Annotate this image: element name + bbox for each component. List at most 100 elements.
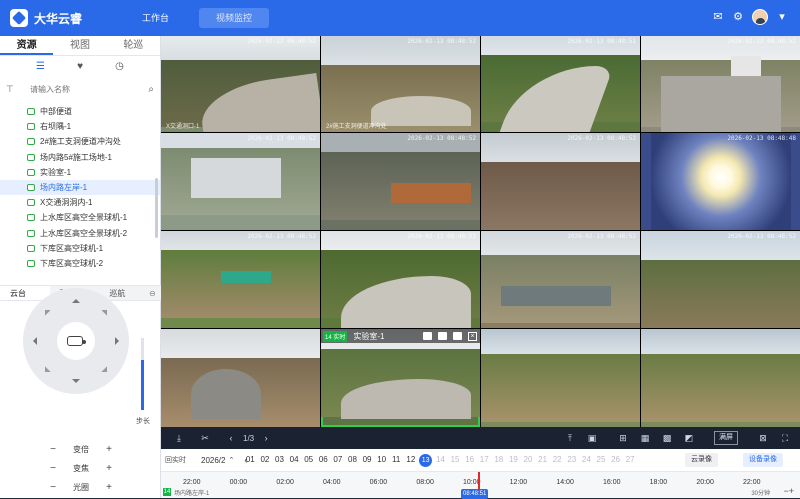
video-tile[interactable]: 2026-02-13 08:48:52 (161, 133, 320, 230)
day-current[interactable]: 13 (419, 453, 433, 467)
snapshot-icon[interactable] (423, 332, 432, 340)
record-icon[interactable] (438, 332, 447, 340)
day[interactable]: 23 (564, 453, 579, 467)
day[interactable]: 21 (535, 453, 550, 467)
tab-workbench[interactable]: 工作台 (128, 8, 183, 28)
mute-icon[interactable] (453, 332, 462, 340)
tab-ptz[interactable]: 云台 (0, 286, 50, 300)
day[interactable]: 26 (608, 453, 623, 467)
ptz-center[interactable] (57, 322, 95, 360)
filter-icon[interactable]: ⊤ (6, 84, 24, 95)
avatar[interactable] (752, 9, 768, 25)
zoom-timeline-control[interactable]: −+ (783, 486, 794, 496)
video-tile[interactable]: 2026-02-13 08:48:52 (321, 231, 480, 328)
video-tile[interactable]: 2026-02-13 08:48:48 (641, 133, 800, 230)
tree-item[interactable]: 2#施工支洞便道冲沟处 (0, 134, 160, 149)
fullscreen-icon[interactable]: ⛶ (779, 432, 791, 444)
chevron-down-icon[interactable]: ▾ (776, 11, 788, 23)
day[interactable]: 06 (316, 453, 331, 467)
next-page-icon[interactable]: › (260, 432, 272, 444)
tab-patrol[interactable]: 轮巡 (107, 36, 160, 55)
speed-slider[interactable] (141, 338, 144, 410)
arrow-down-icon[interactable] (72, 379, 80, 387)
video-tile[interactable]: 2026-02-13 08:48:52 (481, 231, 640, 328)
day[interactable]: 09 (360, 453, 375, 467)
focus-minus-button[interactable]: − (48, 463, 58, 474)
arrow-right-icon[interactable] (115, 337, 123, 345)
day[interactable]: 17 (477, 453, 492, 467)
tree-item[interactable]: 上水库区高空全景球机-1 (0, 210, 160, 225)
day[interactable]: 12 (404, 453, 419, 467)
arrow-up-left-icon[interactable] (39, 304, 51, 316)
day[interactable]: 02 (258, 453, 273, 467)
tree-item[interactable]: 场内路5#施工场地-1 (0, 150, 160, 165)
heart-icon[interactable]: ♥ (77, 61, 83, 72)
app-logo[interactable]: 大华云睿 (10, 9, 82, 27)
save-icon[interactable]: ▣ (586, 432, 598, 444)
day[interactable]: 19 (506, 453, 521, 467)
arrow-left-icon[interactable] (29, 337, 37, 345)
timeline-bar[interactable]: 22:00 00:00 02:00 04:00 06:00 08:00 10:00 12:00… (161, 471, 800, 499)
month-selector[interactable]: 2026/2 (201, 456, 225, 465)
close-all-icon[interactable]: ⊠ (757, 432, 769, 444)
video-tile[interactable]: 2026-02-13 08:48:52 (641, 36, 800, 132)
arrow-up-icon[interactable] (72, 295, 80, 303)
search-input[interactable] (24, 80, 149, 98)
fullscreen-mode-button[interactable]: 满屏 (714, 431, 738, 445)
video-tile[interactable]: 2026-02-13 08:48:51 (481, 36, 640, 132)
tree-item[interactable]: 上水库区高空全景球机-2 (0, 226, 160, 241)
tree-scrollbar[interactable] (155, 178, 158, 238)
day[interactable]: 25 (594, 453, 609, 467)
day[interactable]: 22 (550, 453, 565, 467)
day[interactable]: 14 (433, 453, 448, 467)
clock-icon[interactable]: ◷ (115, 61, 124, 72)
day[interactable]: 07 (331, 453, 346, 467)
video-tile[interactable]: 2026-02-13 08:48:52 (321, 133, 480, 230)
tree-item[interactable]: 实验室-1 (0, 165, 160, 180)
day[interactable]: 18 (492, 453, 507, 467)
tree-item-selected[interactable]: 场内路左岸-1 (0, 179, 160, 196)
device-record-button[interactable]: 设备录像 (743, 453, 783, 467)
download-icon[interactable]: ⤓ (173, 432, 185, 444)
upload-icon[interactable]: ⤒ (564, 432, 576, 444)
iris-plus-button[interactable]: + (104, 482, 114, 493)
tree-item[interactable]: 下库区高空球机-1 (0, 241, 160, 256)
day[interactable]: 03 (272, 453, 287, 467)
day[interactable]: 16 (462, 453, 477, 467)
tree-icon[interactable]: ☰ (36, 61, 45, 72)
tree-item[interactable]: 中部便道 (0, 104, 160, 119)
day[interactable]: 15 (448, 453, 463, 467)
layout-9-icon[interactable]: ▦ (639, 432, 651, 444)
video-tile[interactable]: 2026-02-13 08:48:52 2#施工支洞便道冲沟处 (321, 36, 480, 132)
iris-minus-button[interactable]: − (48, 482, 58, 493)
day[interactable]: 11 (389, 453, 404, 467)
day[interactable]: 27 (623, 453, 638, 467)
zoom-minus-button[interactable]: − (48, 444, 58, 455)
day[interactable]: 10 (374, 453, 389, 467)
tree-item[interactable]: X交通洞洞内-1 (0, 195, 160, 210)
cloud-record-button[interactable]: 云录像 (685, 453, 718, 467)
video-tile[interactable] (481, 329, 640, 427)
search-icon[interactable]: ⌕ (148, 84, 154, 95)
video-tile[interactable] (641, 329, 800, 427)
close-icon[interactable]: × (468, 331, 477, 341)
video-tile[interactable]: 2026-02-13 08:48:52 X交通洞口-1 (161, 36, 320, 132)
video-tile[interactable]: 2026-02-13 08:48:52 (481, 133, 640, 230)
layout-4-icon[interactable]: ⊞ (617, 432, 629, 444)
chevron-up-icon[interactable]: ⌃ (228, 456, 234, 464)
live-toggle[interactable]: 回实时 (165, 455, 195, 466)
video-tile[interactable] (161, 329, 320, 427)
tree-item[interactable]: 下库区高空球机-2 (0, 256, 160, 271)
mail-icon[interactable]: ✉ (712, 11, 724, 23)
collapse-icon[interactable]: ⊖ (149, 286, 161, 300)
tab-video-monitor[interactable]: 视频监控 (199, 8, 269, 28)
video-tile[interactable]: 2026-02-13 08:48:52 (641, 231, 800, 328)
day[interactable]: 05 (301, 453, 316, 467)
gear-icon[interactable]: ⚙ (732, 11, 744, 23)
day[interactable]: 08 (345, 453, 360, 467)
scissors-icon[interactable]: ✂ (199, 432, 211, 444)
day[interactable]: 01 (243, 453, 258, 467)
edit-layout-icon[interactable]: ◩ (683, 432, 695, 444)
day[interactable]: 24 (579, 453, 594, 467)
tab-resources[interactable]: 资源 (0, 36, 54, 55)
